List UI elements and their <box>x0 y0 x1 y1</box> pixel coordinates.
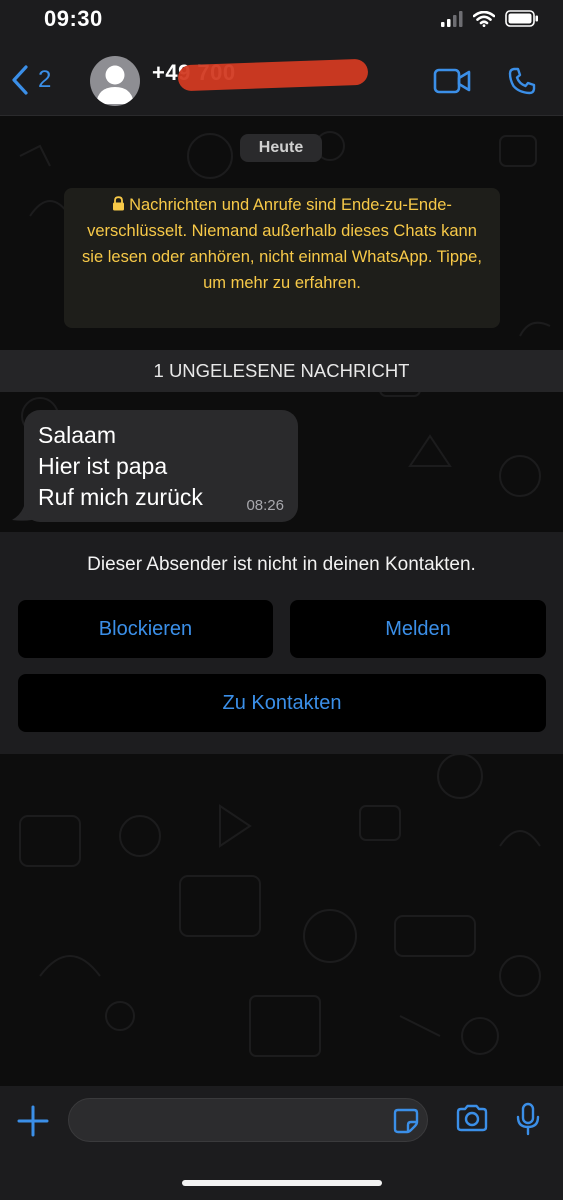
report-button[interactable]: Melden <box>290 600 546 658</box>
date-chip: Heute <box>240 134 322 162</box>
phone-call-icon <box>508 67 536 95</box>
message-line: Salaam <box>38 422 116 448</box>
signal-icon <box>441 10 463 27</box>
message-line: Hier ist papa <box>38 453 168 479</box>
status-bar: 09:30 <box>0 0 563 44</box>
incoming-message-bubble[interactable]: Salaam Hier ist papa Ruf mich zurück 08:… <box>24 410 298 522</box>
microphone-icon <box>516 1102 540 1136</box>
back-button[interactable]: 2 <box>10 64 51 96</box>
unknown-sender-notice: Dieser Absender ist nicht in deinen Kont… <box>87 554 476 575</box>
message-input[interactable] <box>68 1098 428 1142</box>
lock-icon <box>113 196 125 211</box>
back-chevron-icon <box>12 65 28 95</box>
status-time: 09:30 <box>44 6 103 31</box>
wifi-icon <box>473 10 495 27</box>
message-timestamp: 08:26 <box>246 497 284 514</box>
unread-chats-count: 2 <box>38 66 52 93</box>
unknown-sender-panel: Dieser Absender ist nicht in deinen Kont… <box>0 532 563 754</box>
sticker-icon <box>393 1108 419 1134</box>
plus-icon <box>17 1105 49 1137</box>
redaction-scribble <box>177 58 369 92</box>
sticker-button[interactable] <box>393 1108 419 1139</box>
camera-icon <box>456 1104 488 1132</box>
chat-header: 2 +49 700 <box>0 44 563 116</box>
encryption-notice-text: Nachrichten und Anrufe sind Ende-zu-Ende… <box>82 196 482 292</box>
attach-button[interactable] <box>16 1104 50 1143</box>
unread-banner: 1 UNGELESENE NACHRICHT <box>0 350 563 392</box>
video-call-icon <box>433 68 471 94</box>
contact-avatar[interactable] <box>90 56 140 106</box>
camera-button[interactable] <box>455 1104 489 1137</box>
voice-message-button[interactable] <box>515 1102 541 1141</box>
phone-call-button[interactable] <box>507 66 537 101</box>
encryption-notice[interactable]: Nachrichten und Anrufe sind Ende-zu-Ende… <box>64 188 500 328</box>
message-composer <box>0 1086 563 1200</box>
block-button[interactable]: Blockieren <box>18 600 273 658</box>
status-icons <box>441 10 539 27</box>
battery-icon <box>505 10 538 27</box>
add-to-contacts-button[interactable]: Zu Kontakten <box>18 674 546 732</box>
video-call-button[interactable] <box>433 68 471 99</box>
chat-area[interactable]: Heute Nachrichten und Anrufe sind Ende-z… <box>0 116 563 1086</box>
home-indicator[interactable] <box>182 1180 382 1186</box>
avatar-icon <box>96 65 134 104</box>
